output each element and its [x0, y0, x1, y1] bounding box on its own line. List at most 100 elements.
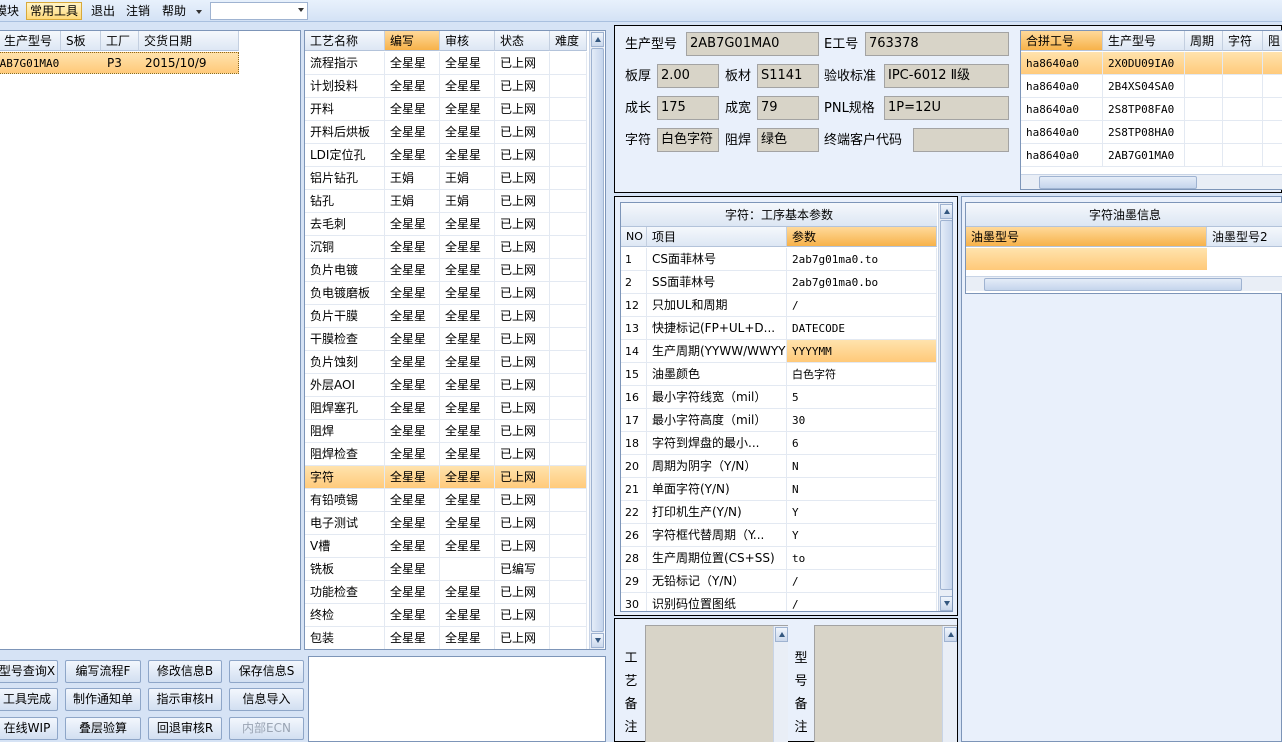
thickness-field[interactable]: 2.00 [657, 64, 719, 88]
model-remark-scrollbar[interactable] [942, 626, 957, 742]
char-field[interactable]: 白色字符 [657, 128, 719, 152]
merge-hscroll-thumb[interactable] [1039, 176, 1197, 189]
process-row[interactable]: 包装 全星星 全星星 已上网 [305, 627, 587, 649]
merge-row[interactable]: ha8640a0 2AB7G01MA0 [1021, 144, 1282, 167]
merge-row[interactable]: ha8640a0 2S8TP08FA0 [1021, 98, 1282, 121]
toolbar-combo[interactable] [210, 2, 308, 20]
model-remark-scroll-up[interactable] [944, 627, 957, 642]
process-scrollbar[interactable] [589, 31, 604, 649]
action-button[interactable]: 制作通知单 [65, 688, 141, 711]
process-row[interactable]: 负片蚀刻 全星星 全星星 已上网 [305, 351, 587, 374]
process-row[interactable]: 铣板 全星星 已编写 [305, 558, 587, 581]
action-button[interactable]: 修改信息B [148, 660, 222, 683]
process-row[interactable]: 有铅喷锡 全星星 全星星 已上网 [305, 489, 587, 512]
process-row[interactable]: 沉铜 全星星 全星星 已上网 [305, 236, 587, 259]
merge-row[interactable]: ha8640a0 2B4XS04SA0 [1021, 75, 1282, 98]
params-scroll-up[interactable] [940, 204, 952, 219]
merge-col-job[interactable]: 合拼工号 [1021, 31, 1103, 51]
action-button[interactable]: 在线WIP [0, 717, 58, 740]
process-row[interactable]: 外层AOI 全星星 全星星 已上网 [305, 374, 587, 397]
process-row[interactable]: LDI定位孔 全星星 全星星 已上网 [305, 144, 587, 167]
merge-col-cycle[interactable]: 周期 [1185, 31, 1223, 51]
process-row[interactable]: V槽 全星星 全星星 已上网 [305, 535, 587, 558]
eno-field[interactable]: 763378 [865, 32, 1009, 56]
order-row[interactable]: 2AB7G01MA0 P3 2015/10/9 [0, 52, 239, 74]
menu-item-common-tools[interactable]: 常用工具 [26, 2, 83, 20]
menu-item-logout[interactable]: 注销 [123, 2, 153, 20]
process-row[interactable]: 流程指示 全星星 全星星 已上网 [305, 52, 587, 75]
merge-col-mask[interactable]: 阻 [1263, 31, 1282, 51]
process-row[interactable]: 铝片钻孔 王娟 王娟 已上网 [305, 167, 587, 190]
action-button[interactable]: 叠层验算 [65, 717, 141, 740]
action-button[interactable]: 保存信息S [229, 660, 304, 683]
model-field[interactable]: 2AB7G01MA0 [686, 32, 819, 56]
process-row[interactable]: 终检 全星星 全星星 已上网 [305, 604, 587, 627]
action-button[interactable]: 内部ECN [229, 717, 304, 740]
action-button[interactable]: 回退审核R [148, 717, 222, 740]
process-row[interactable]: 负片干膜 全星星 全星星 已上网 [305, 305, 587, 328]
params-scroll-thumb[interactable] [940, 220, 952, 590]
params-row[interactable]: 29 无铅标记（Y/N） / [621, 570, 937, 593]
process-row[interactable]: 开料后烘板 全星星 全星星 已上网 [305, 121, 587, 144]
merge-hscrollbar[interactable] [1021, 174, 1282, 189]
order-col-model[interactable]: 生产型号 [0, 31, 61, 51]
action-button[interactable]: 工具完成 [0, 688, 58, 711]
params-row[interactable]: 14 生产周期(YYWW/WWYY) YYYYMM [621, 340, 937, 363]
merge-col-char[interactable]: 字符 [1223, 31, 1263, 51]
process-row[interactable]: 阻焊塞孔 全星星 全星星 已上网 [305, 397, 587, 420]
params-row[interactable]: 13 快捷标记(FP+UL+D... DATECODE [621, 317, 937, 340]
params-row[interactable]: 2 SS面菲林号 2ab7g01ma0.bo [621, 271, 937, 294]
process-col-status[interactable]: 状态 [495, 31, 550, 51]
merge-row[interactable]: ha8640a0 2S8TP08HA0 [1021, 121, 1282, 144]
process-remark-scrollbar[interactable] [773, 626, 788, 742]
merge-col-model[interactable]: 生产型号 [1103, 31, 1185, 51]
scroll-up-button[interactable] [591, 32, 604, 47]
pnl-field[interactable]: 1P=12U [884, 96, 1009, 120]
ink-hscroll-thumb[interactable] [984, 278, 1242, 291]
process-col-name[interactable]: 工艺名称 [305, 31, 385, 51]
params-row[interactable]: 21 单面字符(Y/N) N [621, 478, 937, 501]
width-field[interactable]: 79 [757, 96, 819, 120]
params-row[interactable]: 12 只加UL和周期 / [621, 294, 937, 317]
scroll-down-button[interactable] [591, 633, 604, 648]
action-button[interactable]: 编写流程F [65, 660, 141, 683]
process-row[interactable]: 阻焊检查 全星星 全星星 已上网 [305, 443, 587, 466]
params-scroll-down[interactable] [940, 596, 952, 611]
ink-row[interactable] [966, 248, 1207, 270]
scroll-thumb[interactable] [591, 48, 604, 632]
params-col-no[interactable]: NO [621, 227, 647, 247]
process-row[interactable]: 功能检查 全星星 全星星 已上网 [305, 581, 587, 604]
material-field[interactable]: S1141 [757, 64, 819, 88]
process-row[interactable]: 字符 全星星 全星星 已上网 [305, 466, 587, 489]
action-button[interactable]: 型号查询X [0, 660, 58, 683]
mask-field[interactable]: 绿色 [757, 128, 819, 152]
merge-row[interactable]: ha8640a0 2X0DU09IA0 [1021, 52, 1282, 75]
menu-item-help[interactable]: 帮助 [159, 2, 189, 20]
process-row[interactable]: 钻孔 王娟 王娟 已上网 [305, 190, 587, 213]
process-row[interactable]: 去毛刺 全星星 全星星 已上网 [305, 213, 587, 236]
menu-item-exit[interactable]: 退出 [88, 2, 118, 20]
process-row[interactable]: 开料 全星星 全星星 已上网 [305, 98, 587, 121]
order-col-delivery[interactable]: 交货日期 [139, 31, 239, 51]
model-remark-field[interactable] [814, 625, 957, 742]
params-row[interactable]: 16 最小字符线宽（mil） 5 [621, 386, 937, 409]
ink-col-model[interactable]: 油墨型号 [966, 227, 1207, 247]
params-row[interactable]: 22 打印机生产(Y/N) Y [621, 501, 937, 524]
process-col-reviewer[interactable]: 审核 [440, 31, 495, 51]
menu-item-module[interactable]: 模块 [0, 2, 22, 20]
process-row[interactable]: 负电镀磨板 全星星 全星星 已上网 [305, 282, 587, 305]
params-row[interactable]: 30 识别码位置图纸 / [621, 593, 937, 611]
standard-field[interactable]: IPC-6012 Ⅱ级 [884, 64, 1009, 88]
length-field[interactable]: 175 [657, 96, 719, 120]
process-row[interactable]: 计划投料 全星星 全星星 已上网 [305, 75, 587, 98]
action-button[interactable]: 信息导入 [229, 688, 304, 711]
order-col-s-board[interactable]: S板 [61, 31, 101, 51]
params-col-item[interactable]: 项目 [647, 227, 787, 247]
params-row[interactable]: 17 最小字符高度（mil） 30 [621, 409, 937, 432]
ink-hscrollbar[interactable] [966, 276, 1282, 291]
process-row[interactable]: 负片电镀 全星星 全星星 已上网 [305, 259, 587, 282]
menu-overflow-icon[interactable] [196, 10, 202, 14]
process-remark-field[interactable] [645, 625, 788, 742]
params-row[interactable]: 28 生产周期位置(CS+SS) to [621, 547, 937, 570]
action-button[interactable]: 指示审核H [148, 688, 222, 711]
